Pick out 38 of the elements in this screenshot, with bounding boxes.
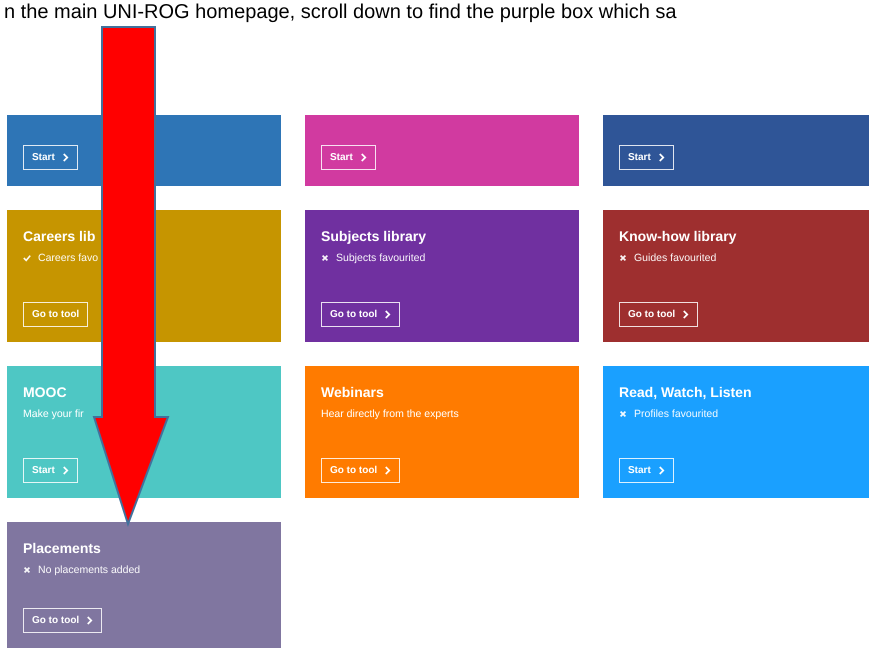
chevron-icon bbox=[86, 616, 94, 625]
tile-title: Placements bbox=[23, 539, 101, 557]
status-text: Careers favo bbox=[38, 252, 98, 264]
tool-button[interactable]: Go to tool bbox=[619, 302, 698, 327]
tile-description: Make your fir bbox=[23, 408, 84, 420]
tool-button[interactable]: Start bbox=[321, 145, 376, 170]
chevron-icon bbox=[682, 310, 690, 319]
tool-button[interactable]: Go to tool bbox=[23, 302, 88, 327]
status-text: Profiles favourited bbox=[634, 408, 718, 420]
tile-description: Hear directly from the experts bbox=[321, 408, 459, 420]
tool-button[interactable]: Start bbox=[619, 458, 674, 483]
tile-title: Subjects library bbox=[321, 227, 426, 245]
check-icon bbox=[23, 254, 31, 262]
chevron-icon bbox=[384, 466, 392, 475]
tile-title: Careers lib bbox=[23, 227, 96, 245]
cross-icon bbox=[619, 410, 627, 418]
tool-button[interactable]: Start bbox=[619, 145, 674, 170]
tile-title: Know-how library bbox=[619, 227, 736, 245]
cross-icon bbox=[23, 566, 31, 574]
cross-icon bbox=[321, 254, 329, 262]
status-text: Guides favourited bbox=[634, 252, 716, 264]
tile-title: Read, Watch, Listen bbox=[619, 383, 752, 401]
tile-title: Webinars bbox=[321, 383, 384, 401]
chevron-icon bbox=[658, 153, 665, 162]
chevron-icon bbox=[62, 153, 69, 162]
status-text: No placements added bbox=[38, 564, 140, 576]
tool-button[interactable]: Go to tool bbox=[23, 608, 102, 633]
chevron-icon bbox=[384, 310, 392, 319]
tool-button[interactable]: Start bbox=[23, 145, 78, 170]
cross-icon bbox=[619, 254, 627, 262]
chevron-icon bbox=[658, 466, 665, 475]
tool-button[interactable]: Go to tool bbox=[321, 302, 400, 327]
instruction-text: n the main UNI-ROG homepage, scroll down to find the purple box which sa bbox=[4, 0, 678, 24]
tile-title: MOOC bbox=[23, 383, 67, 401]
chevron-icon bbox=[62, 466, 69, 475]
tool-button[interactable]: Go to tool bbox=[321, 458, 400, 483]
status-text: Subjects favourited bbox=[336, 252, 426, 264]
chevron-icon bbox=[360, 153, 367, 162]
